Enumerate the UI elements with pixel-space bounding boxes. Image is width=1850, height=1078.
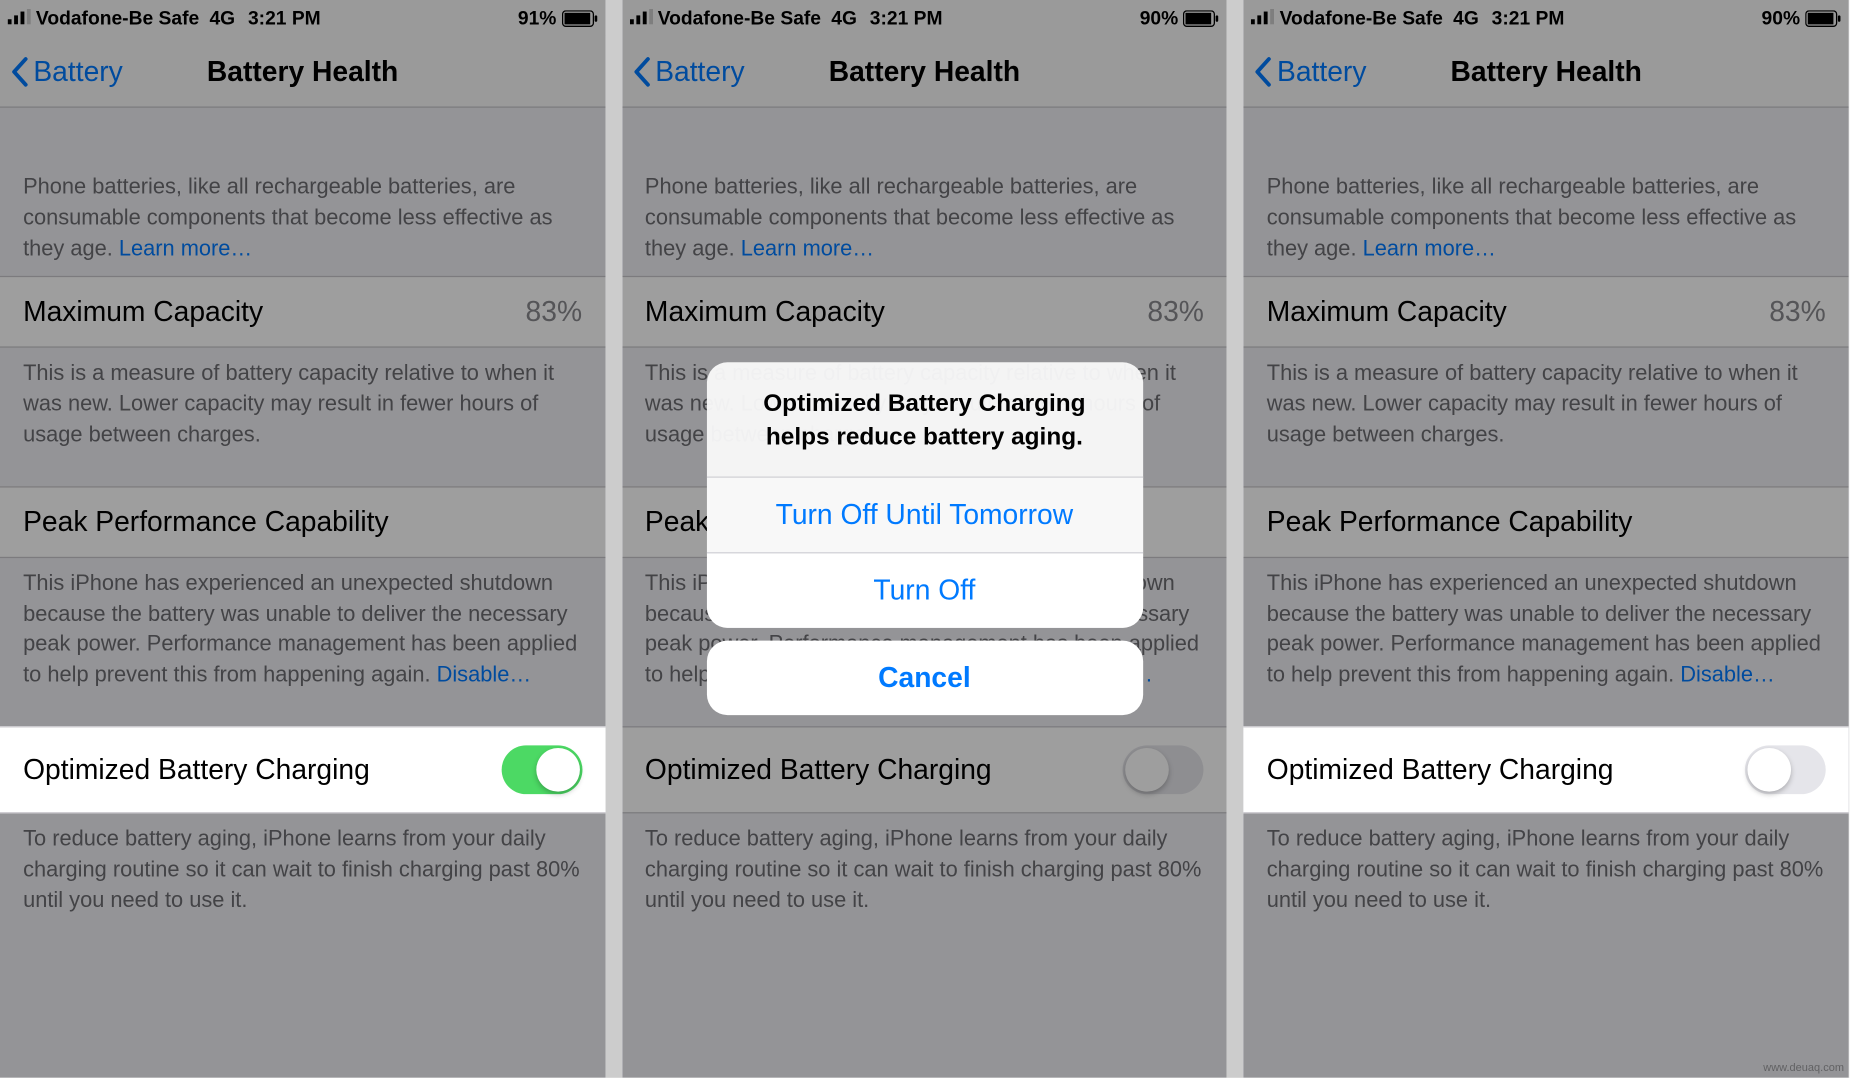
peak-perf-row: Peak Performance Capability: [1244, 486, 1849, 558]
turn-off-until-tomorrow-button[interactable]: Turn Off Until Tomorrow: [706, 477, 1142, 553]
disable-link[interactable]: Disable…: [437, 662, 532, 686]
chevron-left-icon: [632, 56, 650, 87]
max-capacity-row: Maximum Capacity 83%: [622, 276, 1227, 348]
optimized-charging-footer: To reduce battery aging, iPhone learns f…: [0, 813, 605, 951]
back-button[interactable]: Battery: [1254, 55, 1367, 88]
battery-icon: [562, 10, 598, 27]
time-label: 3:21 PM: [248, 7, 321, 29]
peak-perf-label: Peak Performance Capability: [23, 505, 389, 538]
nav-bar: Battery Battery Health: [0, 36, 605, 108]
carrier-label: Vodafone-Be Safe: [36, 7, 199, 29]
optimized-charging-footer: To reduce battery aging, iPhone learns f…: [622, 813, 1227, 951]
learn-more-link[interactable]: Learn more…: [741, 236, 874, 260]
watermark: www.deuaq.com: [1763, 1062, 1844, 1074]
optimized-charging-label: Optimized Battery Charging: [645, 753, 992, 786]
disable-link[interactable]: Disable…: [1680, 662, 1775, 686]
status-bar: Vodafone-Be Safe 4G 3:21 PM 91%: [0, 0, 605, 36]
cancel-button[interactable]: Cancel: [706, 641, 1142, 715]
battery-icon: [1183, 10, 1219, 27]
max-capacity-label: Maximum Capacity: [1267, 296, 1507, 329]
optimized-charging-toggle[interactable]: [1123, 745, 1204, 794]
back-label: Battery: [33, 55, 122, 88]
max-capacity-footer: This is a measure of battery capacity re…: [0, 348, 605, 486]
max-capacity-value: 83%: [526, 296, 583, 329]
max-capacity-row: Maximum Capacity 83%: [0, 276, 605, 348]
peak-perf-footer: This iPhone has experienced an unexpecte…: [1244, 558, 1849, 726]
optimized-charging-label: Optimized Battery Charging: [23, 753, 370, 786]
battery-pct: 90%: [1140, 7, 1179, 29]
signal-icon: [8, 7, 31, 29]
carrier-label: Vodafone-Be Safe: [658, 7, 821, 29]
chevron-left-icon: [10, 56, 28, 87]
max-capacity-row: Maximum Capacity 83%: [1244, 276, 1849, 348]
nav-bar: Battery Battery Health: [1244, 36, 1849, 108]
optimized-charging-row: Optimized Battery Charging: [0, 726, 605, 813]
back-label: Battery: [1277, 55, 1366, 88]
battery-pct: 91%: [518, 7, 557, 29]
turn-off-button[interactable]: Turn Off: [706, 553, 1142, 629]
back-button[interactable]: Battery: [632, 55, 745, 88]
time-label: 3:21 PM: [870, 7, 943, 29]
signal-icon: [1251, 7, 1274, 29]
peak-perf-label: Peak Performance Capability: [1267, 505, 1633, 538]
peak-perf-footer: This iPhone has experienced an unexpecte…: [0, 558, 605, 726]
network-label: 4G: [209, 7, 235, 29]
max-capacity-value: 83%: [1147, 296, 1204, 329]
learn-more-link[interactable]: Learn more…: [1363, 236, 1496, 260]
intro-text: Phone batteries, like all rechargeable b…: [0, 108, 605, 277]
optimized-charging-row: Optimized Battery Charging: [1244, 726, 1849, 813]
intro-text: Phone batteries, like all rechargeable b…: [622, 108, 1227, 277]
chevron-left-icon: [1254, 56, 1272, 87]
max-capacity-footer: This is a measure of battery capacity re…: [1244, 348, 1849, 486]
optimized-charging-footer: To reduce battery aging, iPhone learns f…: [1244, 813, 1849, 951]
network-label: 4G: [1453, 7, 1479, 29]
battery-icon: [1805, 10, 1841, 27]
time-label: 3:21 PM: [1492, 7, 1565, 29]
optimized-charging-label: Optimized Battery Charging: [1267, 753, 1614, 786]
signal-icon: [630, 7, 653, 29]
action-sheet: Optimized Battery Charging helps reduce …: [706, 362, 1142, 715]
peak-perf-row: Peak Performance Capability: [0, 486, 605, 558]
intro-text: Phone batteries, like all rechargeable b…: [1244, 108, 1849, 277]
max-capacity-value: 83%: [1769, 296, 1826, 329]
max-capacity-label: Maximum Capacity: [645, 296, 885, 329]
network-label: 4G: [831, 7, 857, 29]
optimized-charging-toggle[interactable]: [1745, 745, 1826, 794]
status-bar: Vodafone-Be Safe 4G 3:21 PM 90%: [622, 0, 1227, 36]
battery-pct: 90%: [1762, 7, 1801, 29]
status-bar: Vodafone-Be Safe 4G 3:21 PM 90%: [1244, 0, 1849, 36]
optimized-charging-row: Optimized Battery Charging: [622, 726, 1227, 813]
nav-bar: Battery Battery Health: [622, 36, 1227, 108]
max-capacity-label: Maximum Capacity: [23, 296, 263, 329]
optimized-charging-toggle[interactable]: [501, 745, 582, 794]
back-label: Battery: [655, 55, 744, 88]
sheet-title: Optimized Battery Charging helps reduce …: [706, 362, 1142, 477]
carrier-label: Vodafone-Be Safe: [1280, 7, 1443, 29]
learn-more-link[interactable]: Learn more…: [119, 236, 252, 260]
back-button[interactable]: Battery: [10, 55, 123, 88]
